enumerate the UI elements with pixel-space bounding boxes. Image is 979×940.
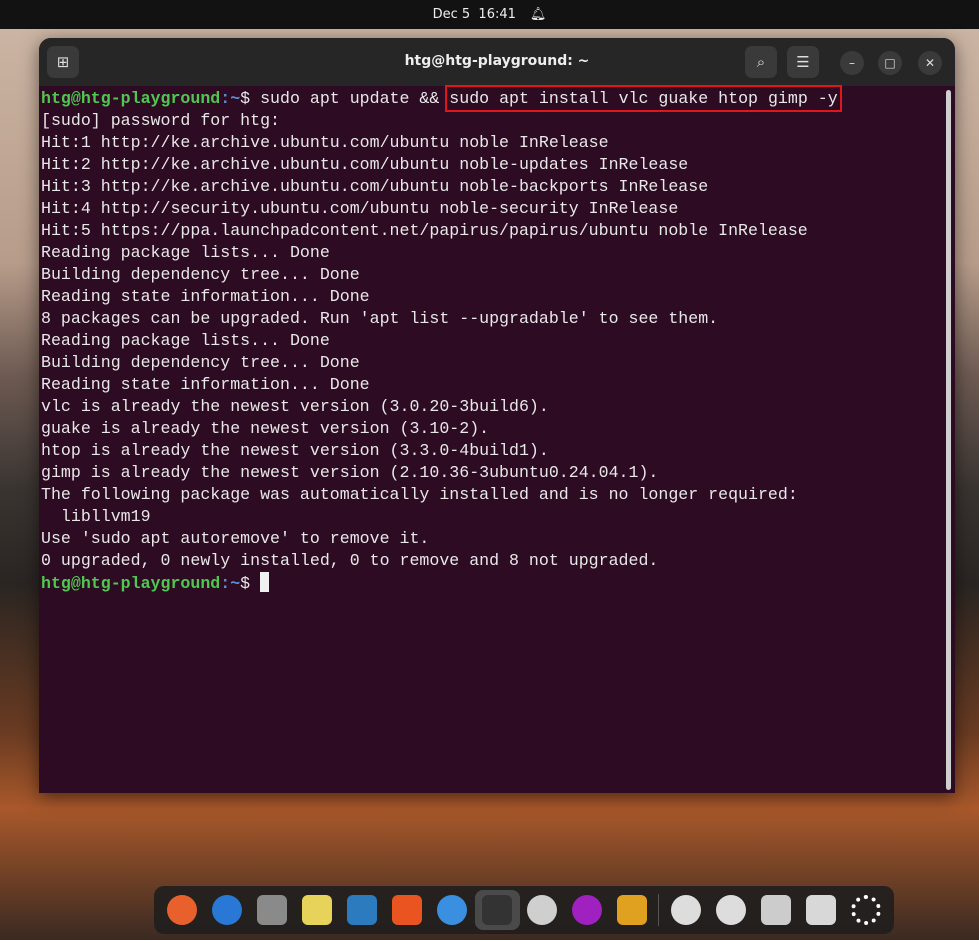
flameshot-icon [572,895,602,925]
output-line: Hit:4 http://security.ubuntu.com/ubuntu … [41,198,941,220]
libreoffice-writer-icon [347,895,377,925]
output-line: 0 upgraded, 0 newly installed, 0 to remo… [41,550,941,572]
prompt-user: htg@htg-playground [41,574,220,593]
trash-icon [806,895,836,925]
close-icon: ✕ [925,56,935,70]
output-line: Reading package lists... Done [41,330,941,352]
dock-item-libreoffice-writer[interactable] [340,890,385,930]
dock-item-app[interactable] [609,890,654,930]
dock-item-thunderbird[interactable] [205,890,250,930]
bell-icon[interactable]: 🔔︎ [530,7,547,22]
top-bar: Dec 5 16:41 🔔︎ [0,0,979,29]
rhythmbox-icon [302,895,332,925]
thunderbird-icon [212,895,242,925]
menu-button[interactable]: ☰ [787,46,819,78]
maximize-button[interactable]: □ [878,51,902,75]
app-center-icon [392,895,422,925]
current-prompt: htg@htg-playground:~$ [41,572,941,595]
clock[interactable]: Dec 5 16:41 [433,7,516,22]
dock-item-flameshot[interactable] [564,890,609,930]
dock-item-settings[interactable] [520,890,565,930]
output-line: htop is already the newest version (3.3.… [41,440,941,462]
dock-item-terminal[interactable] [475,890,520,930]
minimize-button[interactable]: – [840,51,864,75]
output-line: Reading state information... Done [41,286,941,308]
prompt-path: :~ [220,89,240,108]
output-line: Hit:5 https://ppa.launchpadcontent.net/p… [41,220,941,242]
output-line: Building dependency tree... Done [41,352,941,374]
output-line: Reading package lists... Done [41,242,941,264]
output-line: Use 'sudo apt autoremove' to remove it. [41,528,941,550]
output-line: gimp is already the newest version (2.10… [41,462,941,484]
time: 16:41 [478,7,515,22]
dock-item-disc-2[interactable] [708,890,753,930]
highlighted-command: sudo apt install vlc guake htop gimp -y [449,89,837,108]
hamburger-icon: ☰ [796,53,809,71]
command-text: sudo apt update && [260,89,449,108]
search-icon: ⌕ [757,53,765,71]
dock-item-disc-1[interactable] [663,890,708,930]
prompt-symbol: $ [240,574,260,593]
output-line: [sudo] password for htg: [41,110,941,132]
search-button[interactable]: ⌕ [745,46,777,78]
dock-item-rhythmbox[interactable] [295,890,340,930]
date: Dec 5 [433,7,471,22]
output-line: vlc is already the newest version (3.0.2… [41,396,941,418]
header-bar: ⊞ htg@htg-playground: ~ ⌕ ☰ – □ ✕ [39,38,955,86]
dock-item-help[interactable] [430,890,475,930]
disc-1-icon [671,895,701,925]
scrollbar[interactable] [946,90,951,790]
dock-item-firefox[interactable] [160,890,205,930]
output-line: Reading state information... Done [41,374,941,396]
command-line: htg@htg-playground:~$ sudo apt update &&… [41,88,941,110]
save-drive-icon [761,895,791,925]
maximize-icon: □ [884,56,895,70]
dock [154,886,894,934]
dock-item-app-center[interactable] [385,890,430,930]
output-line: Hit:3 http://ke.archive.ubuntu.com/ubunt… [41,176,941,198]
firefox-icon [167,895,197,925]
settings-icon [527,895,557,925]
disc-2-icon [716,895,746,925]
help-icon [437,895,467,925]
terminal-icon [482,895,512,925]
terminal-output[interactable]: htg@htg-playground:~$ sudo apt update &&… [41,88,941,595]
minimize-icon: – [849,56,855,70]
prompt-symbol: $ [240,89,260,108]
output-line: guake is already the newest version (3.1… [41,418,941,440]
dock-separator [658,894,659,926]
dock-item-save-drive[interactable] [753,890,798,930]
cursor [260,572,269,592]
show-apps-icon [851,895,881,925]
files-icon [257,895,287,925]
close-button[interactable]: ✕ [918,51,942,75]
output-line: Hit:2 http://ke.archive.ubuntu.com/ubunt… [41,154,941,176]
prompt-user: htg@htg-playground [41,89,220,108]
terminal-window: ⊞ htg@htg-playground: ~ ⌕ ☰ – □ ✕ htg@ht… [39,38,955,793]
output-line: Building dependency tree... Done [41,264,941,286]
output-line: 8 packages can be upgraded. Run 'apt lis… [41,308,941,330]
prompt-path: :~ [220,574,240,593]
output-line: The following package was automatically … [41,484,941,506]
app-icon [617,895,647,925]
dock-item-show-apps[interactable] [843,890,888,930]
dock-item-trash[interactable] [798,890,843,930]
output-line: Hit:1 http://ke.archive.ubuntu.com/ubunt… [41,132,941,154]
output-line: libllvm19 [41,506,941,528]
dock-item-files[interactable] [250,890,295,930]
